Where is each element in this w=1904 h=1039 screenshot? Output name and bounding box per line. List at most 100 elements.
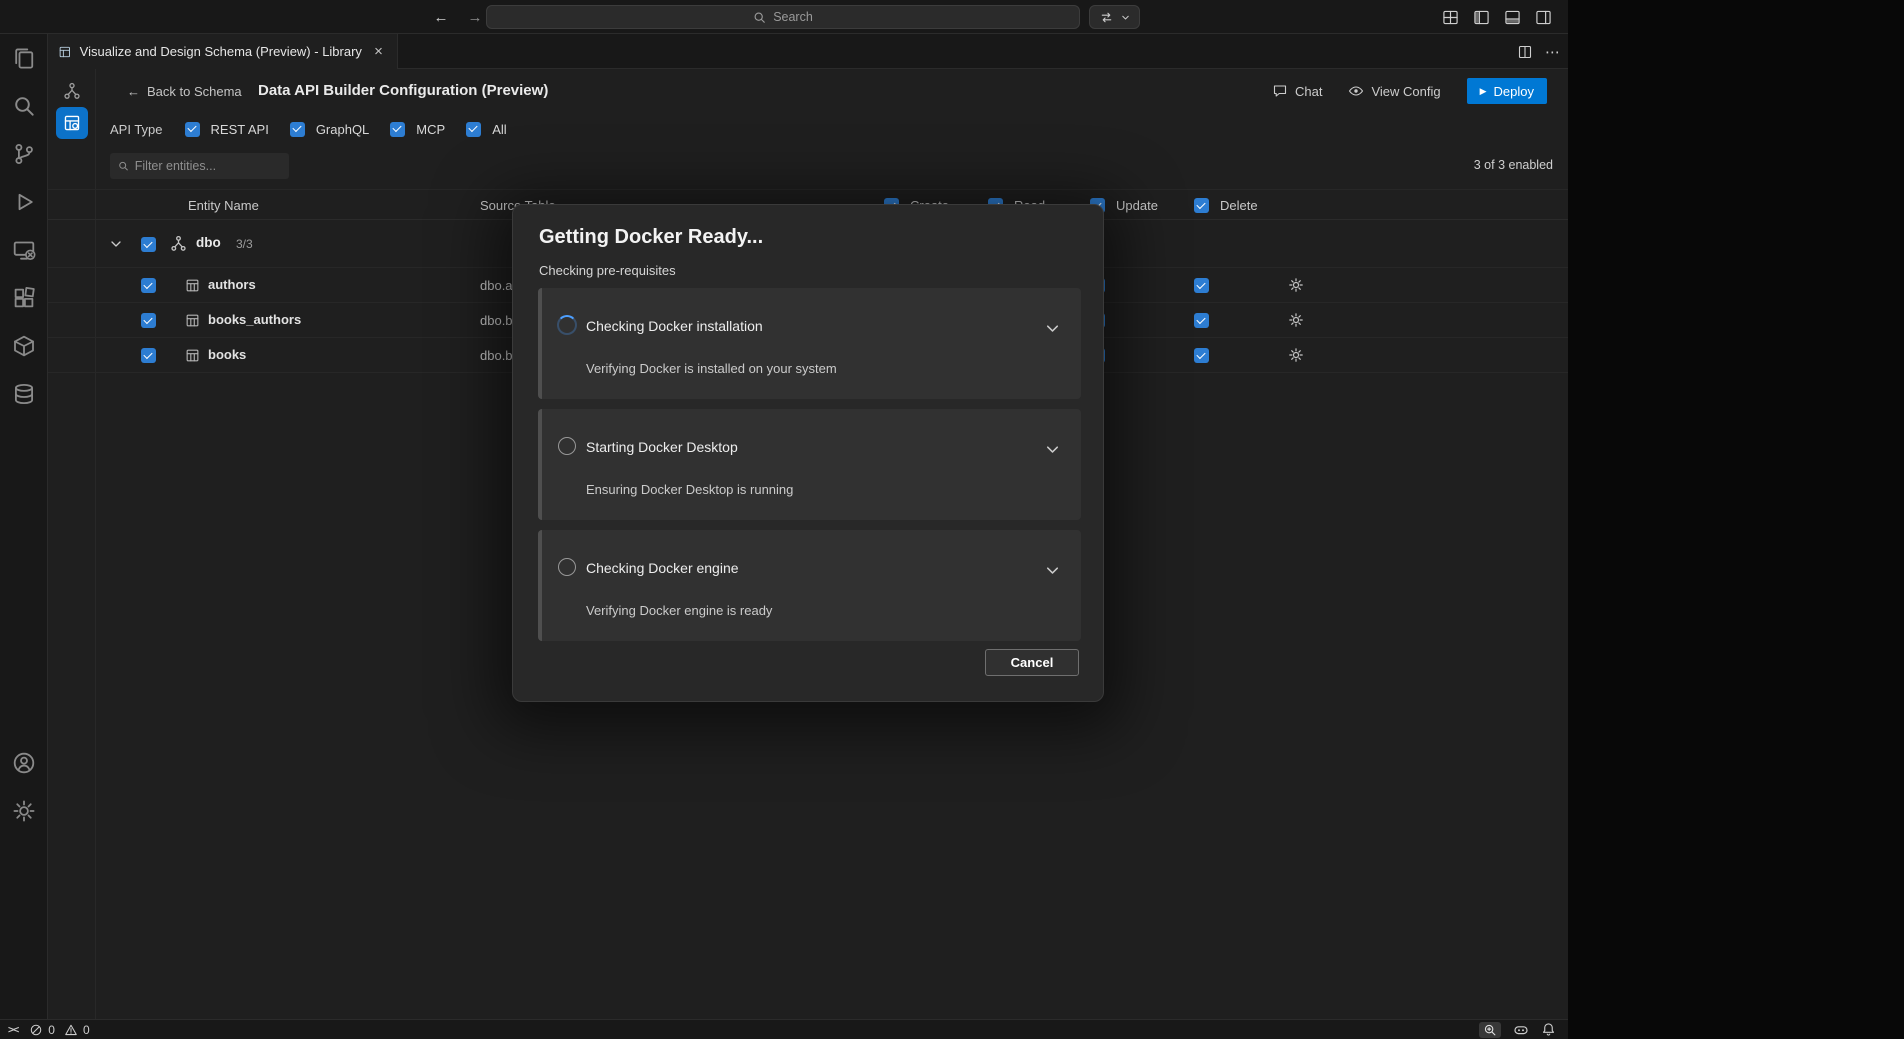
api-type-filter-row: API Type REST API GraphQL MCP All bbox=[110, 118, 507, 140]
activity-bar bbox=[0, 34, 48, 1019]
activity-bar-bottom bbox=[0, 739, 48, 835]
chevron-down-icon bbox=[1120, 12, 1131, 23]
back-arrow-icon: ← bbox=[127, 84, 140, 99]
status-bar-right bbox=[1479, 1020, 1556, 1039]
entity-settings-gear-icon[interactable] bbox=[1288, 277, 1304, 293]
forward-arrow-button[interactable]: → bbox=[464, 6, 486, 28]
cancel-button[interactable]: Cancel bbox=[985, 649, 1079, 676]
settings-gear-icon[interactable] bbox=[0, 787, 48, 835]
step-description: Verifying Docker engine is ready bbox=[586, 603, 772, 618]
zoom-status-button[interactable] bbox=[1479, 1022, 1501, 1038]
copilot-icon[interactable] bbox=[1513, 1022, 1529, 1038]
delete-checkbox[interactable] bbox=[1194, 313, 1209, 328]
sql-server-disconnected-icon[interactable] bbox=[0, 226, 48, 274]
editor-actions: ⋯ bbox=[1517, 34, 1560, 69]
row-checkbox[interactable] bbox=[141, 313, 156, 328]
split-editor-icon[interactable] bbox=[1517, 44, 1533, 60]
delete-column-header: Delete bbox=[1194, 198, 1258, 213]
delete-all-checkbox[interactable] bbox=[1194, 198, 1209, 213]
api-type-label: API Type bbox=[110, 122, 163, 137]
magnifier-icon bbox=[1483, 1023, 1497, 1037]
errors-icon bbox=[29, 1023, 43, 1037]
rest-api-label: REST API bbox=[211, 122, 269, 137]
search-placeholder: Search bbox=[773, 10, 813, 24]
update-header-label: Update bbox=[1116, 198, 1158, 213]
history-nav: ← → bbox=[430, 0, 486, 34]
status-bar-left: >< 0 0 bbox=[8, 1020, 90, 1039]
chat-button[interactable]: Chat bbox=[1272, 83, 1322, 99]
command-center-search[interactable]: Search bbox=[486, 5, 1080, 29]
toggle-primary-sidebar-icon[interactable] bbox=[1470, 6, 1492, 28]
view-config-button[interactable]: View Config bbox=[1348, 83, 1440, 99]
back-arrow-button[interactable]: ← bbox=[430, 6, 452, 28]
filter-entities-input[interactable] bbox=[135, 159, 281, 173]
warnings-count: 0 bbox=[83, 1023, 90, 1037]
extensions-icon[interactable] bbox=[0, 274, 48, 322]
tab-bar: Visualize and Design Schema (Preview) - … bbox=[48, 34, 1568, 69]
remote-window-icon[interactable]: >< bbox=[8, 1024, 18, 1036]
option-graphql: GraphQL bbox=[290, 122, 369, 137]
containers-icon[interactable] bbox=[0, 322, 48, 370]
entity-settings-gear-icon[interactable] bbox=[1288, 347, 1304, 363]
toggle-panel-icon[interactable] bbox=[1501, 6, 1523, 28]
chevron-down-icon[interactable] bbox=[1044, 562, 1061, 579]
search-options-dropdown[interactable] bbox=[1089, 5, 1140, 29]
pending-circle-icon bbox=[558, 437, 576, 455]
chat-icon bbox=[1272, 83, 1288, 99]
delete-checkbox[interactable] bbox=[1194, 278, 1209, 293]
group-name: dbo bbox=[196, 235, 221, 250]
row-checkbox[interactable] bbox=[141, 348, 156, 363]
graphql-checkbox[interactable] bbox=[290, 122, 305, 137]
eye-icon bbox=[1348, 83, 1364, 99]
delete-checkbox[interactable] bbox=[1194, 348, 1209, 363]
tab-close-icon[interactable]: × bbox=[370, 42, 387, 62]
entity-settings-gear-icon[interactable] bbox=[1288, 312, 1304, 328]
back-to-schema-link[interactable]: ← Back to Schema bbox=[127, 84, 242, 99]
option-rest-api: REST API bbox=[185, 122, 269, 137]
title-bar: ← → Search bbox=[0, 0, 1568, 34]
run-debug-icon[interactable] bbox=[0, 178, 48, 226]
toggle-secondary-sidebar-icon[interactable] bbox=[1532, 6, 1554, 28]
mcp-label: MCP bbox=[416, 122, 445, 137]
tab-title: Visualize and Design Schema (Preview) - … bbox=[80, 44, 362, 59]
step-label: Starting Docker Desktop bbox=[586, 439, 738, 455]
mcp-checkbox[interactable] bbox=[390, 122, 405, 137]
table-gear-icon bbox=[63, 114, 81, 132]
source-control-icon[interactable] bbox=[0, 130, 48, 178]
chevron-down-icon[interactable] bbox=[1044, 441, 1061, 458]
group-checkbox[interactable] bbox=[141, 237, 156, 252]
table-icon bbox=[185, 278, 200, 293]
status-bar: >< 0 0 bbox=[0, 1019, 1568, 1039]
schema-designer-tab-icon bbox=[58, 44, 72, 60]
chevron-down-icon[interactable] bbox=[1044, 320, 1061, 337]
explorer-icon[interactable] bbox=[0, 34, 48, 82]
notifications-bell-icon[interactable] bbox=[1541, 1022, 1556, 1037]
search-sidebar-icon[interactable] bbox=[0, 82, 48, 130]
entity-name-header: Entity Name bbox=[188, 198, 259, 213]
customize-layout-icon[interactable] bbox=[1439, 6, 1461, 28]
layout-controls bbox=[1439, 0, 1554, 34]
more-actions-icon[interactable]: ⋯ bbox=[1545, 43, 1560, 61]
step-docker-installation[interactable]: Checking Docker installation Verifying D… bbox=[538, 288, 1081, 399]
deploy-label: Deploy bbox=[1494, 84, 1534, 99]
schema-diagram-button[interactable] bbox=[58, 77, 86, 105]
step-docker-engine[interactable]: Checking Docker engine Verifying Docker … bbox=[538, 530, 1081, 641]
entity-name: books_authors bbox=[208, 312, 301, 327]
group-expand-chevron-icon[interactable] bbox=[108, 236, 124, 252]
row-checkbox[interactable] bbox=[141, 278, 156, 293]
table-icon bbox=[185, 348, 200, 363]
problems-indicator[interactable]: 0 0 bbox=[29, 1023, 89, 1037]
all-label: All bbox=[492, 122, 506, 137]
deploy-button[interactable]: ▶ Deploy bbox=[1467, 78, 1547, 104]
all-checkbox[interactable] bbox=[466, 122, 481, 137]
header-actions: Chat View Config ▶ Deploy bbox=[1272, 78, 1547, 104]
database-projects-icon[interactable] bbox=[0, 370, 48, 418]
account-icon[interactable] bbox=[0, 739, 48, 787]
schema-icon bbox=[170, 235, 187, 252]
dialog-title: Getting Docker Ready... bbox=[539, 226, 763, 249]
entity-name: books bbox=[208, 347, 246, 362]
rest-api-checkbox[interactable] bbox=[185, 122, 200, 137]
step-docker-desktop[interactable]: Starting Docker Desktop Ensuring Docker … bbox=[538, 409, 1081, 520]
dab-config-button-active[interactable] bbox=[56, 107, 88, 139]
tab-visualize-design-schema[interactable]: Visualize and Design Schema (Preview) - … bbox=[48, 34, 398, 69]
